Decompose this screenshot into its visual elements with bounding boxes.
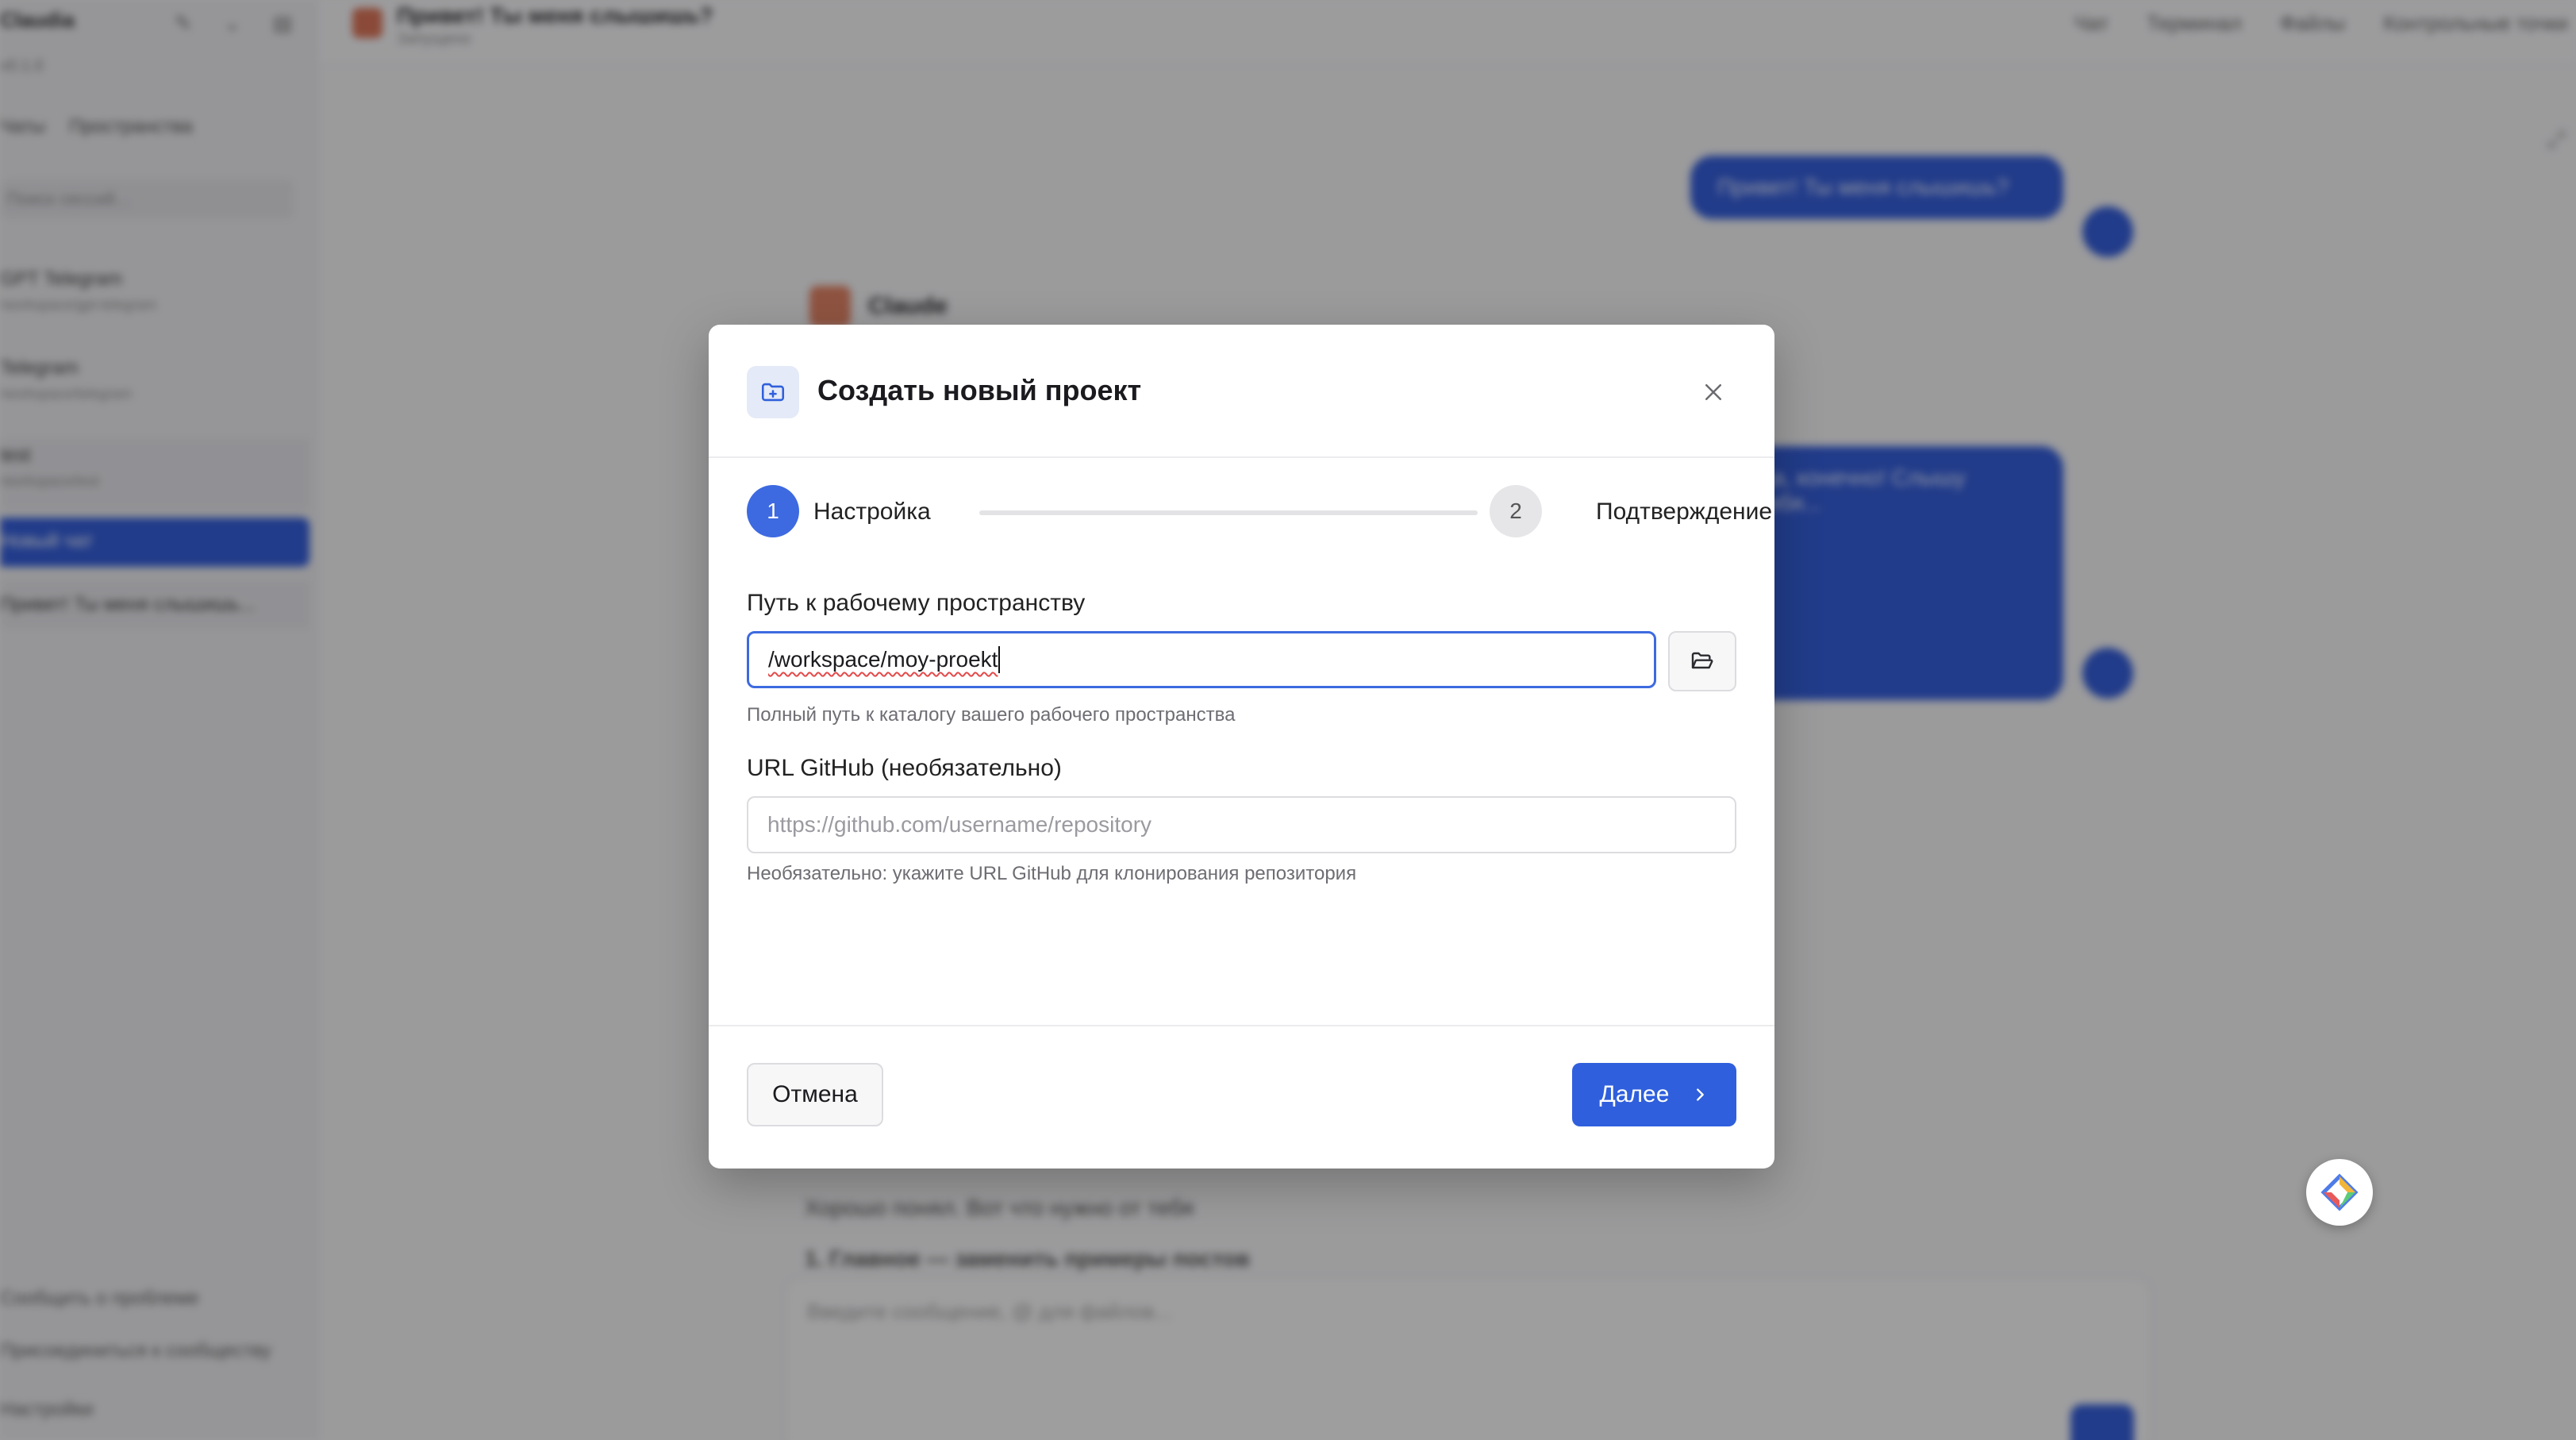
step-1-indicator: 1 xyxy=(747,485,799,537)
workspace-path-value: /workspace/moy-proekt xyxy=(768,647,998,672)
close-icon xyxy=(1705,384,1721,400)
dialog-header: Создать новый проект xyxy=(709,325,1774,458)
step-2-label: Подтверждение xyxy=(1596,499,1773,525)
github-url-hint: Необязательно: укажите URL GitHub для кл… xyxy=(747,863,1357,884)
step-2-indicator: 2 xyxy=(1490,485,1542,537)
github-url-input[interactable]: https://github.com/username/repository xyxy=(747,796,1736,853)
folder-open-icon xyxy=(1691,652,1713,669)
dialog-footer: Отмена Далее xyxy=(709,1025,1774,1169)
next-button-label: Далее xyxy=(1599,1081,1670,1107)
step-1-label: Настройка xyxy=(813,499,931,525)
workspace-path-input[interactable]: /workspace/moy-proekt xyxy=(747,631,1656,688)
step-connector xyxy=(979,510,1478,515)
text-caret xyxy=(998,646,1001,673)
chevron-right-icon xyxy=(1697,1088,1705,1101)
browse-folder-button[interactable] xyxy=(1668,631,1736,691)
create-project-dialog: Создать новый проект 1 Настройка 2 Подтв… xyxy=(709,325,1774,1169)
stepper: 1 Настройка 2 Подтверждение xyxy=(747,485,1772,541)
github-url-placeholder: https://github.com/username/repository xyxy=(767,812,1152,837)
github-url-label: URL GitHub (необязательно) xyxy=(747,755,1062,781)
folder-plus-icon xyxy=(747,366,799,418)
floating-assistant-button[interactable] xyxy=(2306,1159,2373,1226)
next-button[interactable]: Далее xyxy=(1572,1063,1736,1126)
workspace-path-label: Путь к рабочему пространству xyxy=(747,590,1086,616)
cancel-button[interactable]: Отмена xyxy=(747,1063,883,1126)
dialog-title: Создать новый проект xyxy=(817,374,1142,406)
close-button[interactable] xyxy=(1694,372,1733,412)
workspace-path-hint: Полный путь к каталогу вашего рабочего п… xyxy=(747,704,1236,726)
diamond-logo-icon xyxy=(2320,1173,2359,1211)
